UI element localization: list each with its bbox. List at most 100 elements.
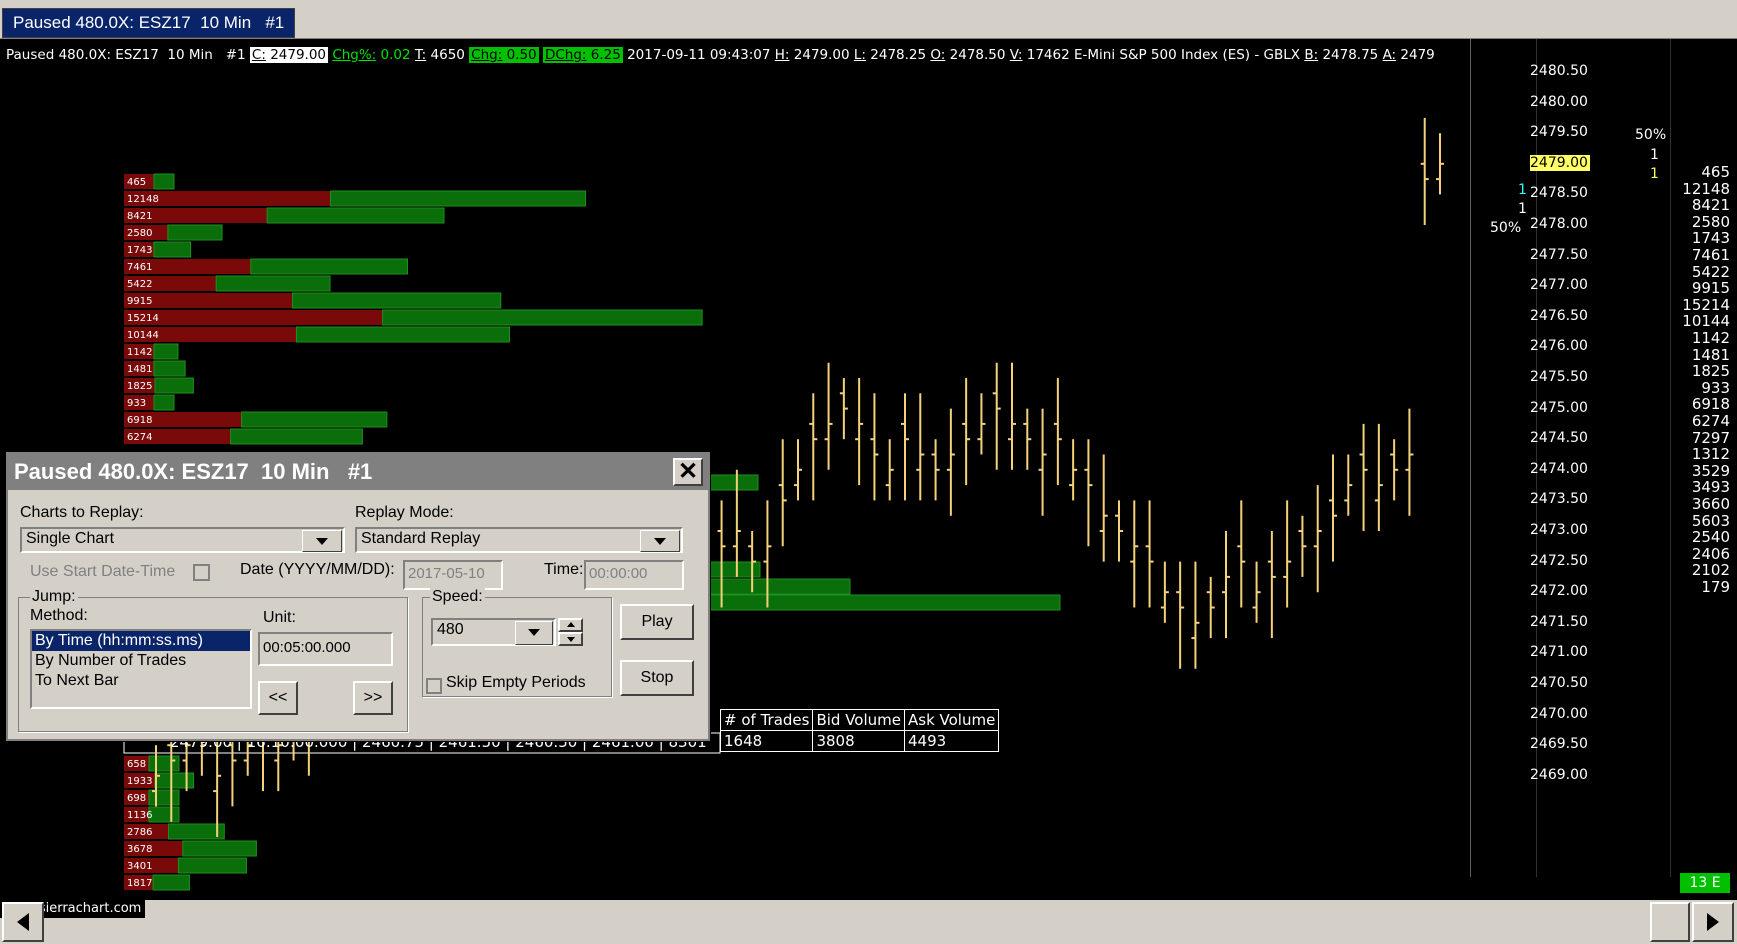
volume-column-value: 7461 (1691, 246, 1730, 264)
volume-column-value: 2580 (1691, 212, 1730, 231)
volume-column-value: 2406 (1691, 544, 1730, 563)
profile-buy-bar (154, 377, 194, 394)
profile-row-label: 10144 (127, 330, 159, 341)
time-field[interactable]: 00:00:00 (584, 560, 684, 590)
profile-buy-bar (292, 292, 502, 309)
replay-mode-label: Replay Mode: (355, 504, 454, 521)
profile-row-label: 7461 (127, 262, 152, 273)
scroll-left-button[interactable] (2, 902, 44, 942)
use-start-datetime-checkbox[interactable] (193, 564, 210, 581)
profile-buy-bar (153, 360, 186, 377)
volume-column-value: 1743 (1691, 229, 1730, 248)
close-icon: ✕ (677, 458, 699, 485)
price-axis-label: 2469.50 (1530, 736, 1588, 753)
profile-row-label: 15214 (127, 313, 159, 324)
dialog-title: Paused 480.0X: ESZ17 10 Min #1 (8, 454, 708, 490)
speed-down-button[interactable] (558, 632, 583, 646)
count-label: 1 (1650, 147, 1659, 163)
profile-row-label: 8421 (127, 211, 152, 222)
volume-column-value: 7297 (1691, 428, 1730, 447)
time-label: Time: (544, 561, 584, 578)
charts-to-replay-label: Charts to Replay: (20, 504, 144, 521)
profile-buy-bar (153, 343, 179, 360)
profile-row-label: 933 (127, 398, 146, 409)
bar-count-badge: 13 E (1680, 873, 1730, 893)
profile-row-label: 1933 (127, 776, 152, 787)
scroll-thumb[interactable] (1650, 902, 1690, 942)
replay-mode-select[interactable]: Standard Replay (355, 527, 683, 553)
stop-button[interactable]: Stop (620, 660, 694, 696)
price-axis-label: 2471.00 (1530, 644, 1588, 661)
volume-column-value: 465 (1701, 163, 1730, 181)
jump-label: Jump: (30, 588, 78, 606)
bottom-scroll-area: www.sierrachart.com (0, 900, 1737, 944)
profile-buy-bar (182, 840, 257, 857)
pct-label-upper: 50% (1635, 127, 1667, 143)
chevron-down-icon (302, 530, 342, 552)
jump-forward-button[interactable]: >> (353, 681, 393, 715)
speed-select[interactable]: 480 (431, 618, 556, 646)
price-axis-label: 2472.50 (1530, 552, 1588, 569)
profile-row-label: 1743 (127, 245, 152, 256)
price-axis-label: 2474.50 (1530, 430, 1588, 447)
volume-column-value: 6918 (1691, 395, 1730, 414)
chart-tab[interactable]: Paused 480.0X: ESZ17 10 Min #1 (2, 8, 296, 38)
profile-row-label: 12148 (127, 194, 159, 205)
unit-field[interactable]: 00:05:00.000 (258, 632, 393, 666)
price-axis-label: 2469.00 (1530, 766, 1588, 783)
price-axis-label: 2478.50 (1530, 185, 1588, 202)
price-axis-label: 2470.50 (1530, 675, 1588, 691)
tab-bar: Paused 480.0X: ESZ17 10 Min #1 (0, 0, 1737, 39)
profile-row-label: 2580 (127, 228, 152, 239)
profile-buy-bar (154, 772, 195, 789)
volume-column-value: 9915 (1691, 279, 1730, 298)
date-field[interactable]: 2017-05-10 (403, 560, 503, 590)
profile-row-label: 1817 (127, 878, 152, 889)
arrow-left-icon (17, 913, 29, 931)
price-axis-label: 2477.00 (1530, 277, 1588, 294)
method-option[interactable]: To Next Bar (32, 671, 250, 691)
charts-to-replay-select[interactable]: Single Chart (20, 527, 345, 553)
profile-row-label: 3678 (127, 844, 152, 855)
arrow-right-icon (1707, 913, 1719, 931)
profile-row-label: 658 (127, 759, 146, 770)
method-option-selected[interactable]: By Time (hh:mm:ss.ms) (32, 631, 250, 651)
cell-trades: 1648 (719, 730, 814, 752)
method-list[interactable]: By Time (hh:mm:ss.ms) By Number of Trade… (30, 629, 252, 709)
price-axis-label: 2473.00 (1530, 522, 1588, 538)
price-axis-label: 2471.50 (1530, 613, 1588, 630)
profile-sell-bar (124, 310, 383, 325)
profile-buy-bar (699, 594, 1061, 611)
profile-row-label: 2786 (127, 827, 152, 838)
play-button[interactable]: Play (620, 604, 694, 640)
price-axis-label: 2476.00 (1530, 338, 1588, 355)
volume-column-value: 10144 (1682, 312, 1730, 331)
price-axis-label: 2479.50 (1530, 124, 1588, 141)
use-start-datetime-label: Use Start Date-Time (30, 563, 176, 580)
method-label: Method: (30, 607, 88, 624)
profile-row-label: 698 (127, 793, 146, 804)
volume-column-value: 5422 (1691, 262, 1730, 281)
chevron-down-icon (515, 621, 553, 645)
price-axis-label: 2474.00 (1530, 460, 1588, 477)
profile-buy-bar (152, 874, 190, 891)
profile-buy-bar (241, 411, 388, 428)
profile-row-label: 1481 (127, 364, 152, 375)
profile-buy-bar (266, 207, 445, 224)
speed-up-button[interactable] (558, 618, 583, 632)
profile-buy-bar (148, 806, 180, 823)
cell-ask: 4493 (903, 730, 1000, 752)
volume-column-value: 1825 (1691, 362, 1730, 381)
skip-empty-checkbox[interactable] (426, 678, 442, 694)
profile-row-label: 1825 (127, 381, 152, 392)
profile-row-label: 3401 (127, 861, 152, 872)
method-option[interactable]: By Number of Trades (32, 651, 250, 671)
profile-buy-bar (215, 275, 331, 292)
scroll-right-button[interactable] (1692, 902, 1734, 942)
jump-back-button[interactable]: << (258, 681, 298, 715)
price-axis-label: 2480.50 (1530, 63, 1588, 79)
profile-row-label: 5422 (127, 279, 152, 290)
profile-row-label: 9915 (127, 296, 152, 307)
close-button[interactable]: ✕ (673, 458, 703, 486)
profile-buy-bar (167, 224, 223, 241)
